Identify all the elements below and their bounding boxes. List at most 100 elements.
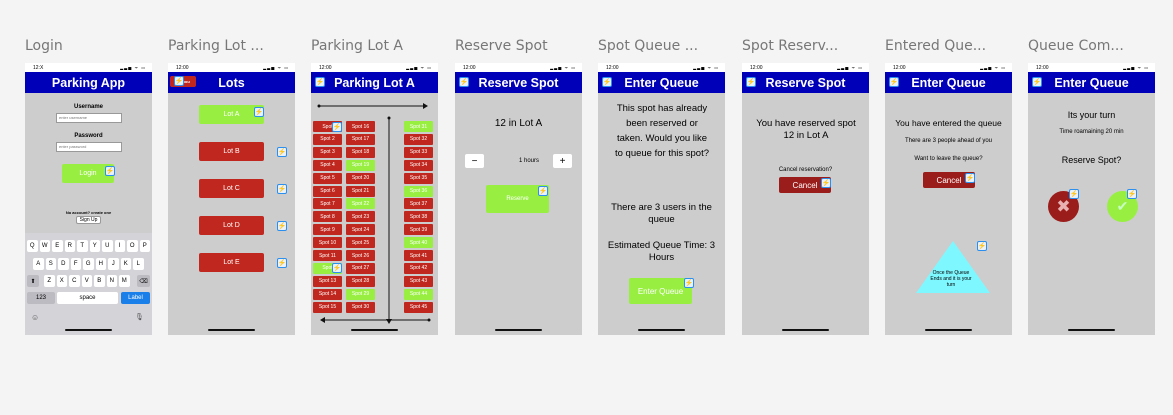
parking-spot[interactable]: Spot 39 bbox=[404, 224, 433, 236]
parking-spot[interactable]: Spot 33 bbox=[404, 146, 433, 158]
parking-spot[interactable]: Spot 32 bbox=[404, 133, 433, 145]
parking-spot[interactable]: Spot 30 bbox=[346, 301, 375, 313]
parking-spot[interactable]: Spot 38 bbox=[404, 211, 433, 223]
key-w[interactable]: W bbox=[39, 240, 50, 252]
numbers-key[interactable]: 123 bbox=[27, 292, 55, 304]
username-field[interactable]: enter username bbox=[56, 113, 122, 123]
parking-spot[interactable]: Spot 31 bbox=[404, 121, 433, 132]
parking-spot[interactable]: Spot 37 bbox=[404, 198, 433, 210]
parking-spot[interactable]: Spot 41 bbox=[404, 250, 433, 261]
parking-spot[interactable]: Spot 6 bbox=[313, 185, 342, 197]
key-j[interactable]: J bbox=[108, 258, 119, 270]
key-x[interactable]: X bbox=[56, 275, 67, 287]
parking-spot[interactable]: Spot 34 bbox=[404, 159, 433, 171]
parking-spot[interactable]: Spot 42 bbox=[404, 262, 433, 274]
lot-button[interactable]: Lot E bbox=[199, 253, 264, 272]
parking-spot[interactable]: Spot 7 bbox=[313, 198, 342, 210]
parking-spot[interactable]: Spot 36 bbox=[404, 185, 433, 197]
signout-button[interactable]: Signou⚡ bbox=[170, 76, 196, 87]
parking-spot[interactable]: Spot 44 bbox=[404, 288, 433, 300]
key-e[interactable]: E bbox=[52, 240, 63, 252]
lot-button[interactable]: Lot C bbox=[199, 179, 264, 198]
key-y[interactable]: Y bbox=[89, 240, 100, 252]
parking-spot[interactable]: Spot 35 bbox=[404, 172, 433, 184]
emoji-icon[interactable]: ☺ bbox=[31, 313, 39, 322]
parking-spot[interactable]: Spot 20 bbox=[346, 172, 375, 184]
key-i[interactable]: I bbox=[114, 240, 125, 252]
parking-spot[interactable]: Spot 11 bbox=[313, 250, 342, 261]
key-a[interactable]: A bbox=[33, 258, 44, 270]
parking-spot[interactable]: Spot 9 bbox=[313, 224, 342, 236]
parking-spot[interactable]: Spot 13 bbox=[313, 275, 342, 287]
reserve-button[interactable]: Reserve ⚡ bbox=[486, 185, 549, 213]
lightning-icon: ⚡ bbox=[977, 241, 987, 251]
microphone-icon[interactable]: 🎙 bbox=[135, 313, 144, 321]
key-m[interactable]: M bbox=[119, 275, 130, 287]
increase-hours-button[interactable]: + bbox=[553, 154, 572, 168]
lightning-icon[interactable]: ⚡ bbox=[746, 77, 756, 87]
lot-button[interactable]: Lot D bbox=[199, 216, 264, 235]
parking-spot[interactable]: Spot 43 bbox=[404, 275, 433, 287]
key-t[interactable]: T bbox=[77, 240, 88, 252]
lot-button[interactable]: Lot B bbox=[199, 142, 264, 161]
parking-spot[interactable]: Spot 26 bbox=[346, 250, 375, 261]
key-l[interactable]: L bbox=[133, 258, 144, 270]
key-s[interactable]: S bbox=[45, 258, 56, 270]
lightning-icon[interactable]: ⚡ bbox=[1032, 77, 1042, 87]
lightning-icon[interactable]: ⚡ bbox=[315, 77, 325, 87]
return-key[interactable]: Label bbox=[121, 292, 150, 304]
parking-spot[interactable]: Spot 29 bbox=[346, 288, 375, 300]
parking-spot[interactable]: Spot 24 bbox=[346, 224, 375, 236]
password-field[interactable]: enter password bbox=[56, 142, 122, 152]
signal-icon: ▂▃▅ ᯤ ▭ bbox=[693, 64, 719, 70]
backspace-key[interactable]: ⌫ bbox=[137, 275, 150, 287]
parking-spot[interactable]: Spot 15 bbox=[313, 301, 342, 313]
decrease-hours-button[interactable]: − bbox=[465, 154, 484, 168]
key-o[interactable]: O bbox=[127, 240, 138, 252]
lightning-icon[interactable]: ⚡ bbox=[889, 77, 899, 87]
parking-spot[interactable]: Spot 14 bbox=[313, 288, 342, 300]
signup-button[interactable]: Sign Up bbox=[76, 216, 101, 224]
lightning-icon[interactable]: ⚡ bbox=[459, 77, 469, 87]
key-q[interactable]: Q bbox=[27, 240, 38, 252]
reserved-message: This spot has already been reserved or t… bbox=[614, 103, 709, 159]
key-r[interactable]: R bbox=[64, 240, 75, 252]
shift-key[interactable]: ⬆ bbox=[27, 275, 39, 287]
parking-spot[interactable]: Spot 10 bbox=[313, 237, 342, 249]
key-d[interactable]: D bbox=[58, 258, 69, 270]
parking-spot[interactable]: Spot 3 bbox=[313, 146, 342, 158]
parking-spot[interactable]: Spot 27 bbox=[346, 262, 375, 274]
parking-spot[interactable]: Spot 28 bbox=[346, 275, 375, 287]
login-button[interactable]: Login ⚡ bbox=[62, 164, 115, 183]
key-n[interactable]: N bbox=[106, 275, 117, 287]
parking-spot[interactable]: Spot 18 bbox=[346, 146, 375, 158]
key-p[interactable]: P bbox=[139, 240, 150, 252]
parking-spot[interactable]: Spot 19 bbox=[346, 159, 375, 171]
key-k[interactable]: K bbox=[120, 258, 131, 270]
lightning-icon[interactable]: ⚡ bbox=[602, 77, 612, 87]
key-u[interactable]: U bbox=[102, 240, 113, 252]
parking-spot[interactable]: Spot 4 bbox=[313, 159, 342, 171]
key-v[interactable]: V bbox=[81, 275, 92, 287]
parking-spot[interactable]: Spot 17 bbox=[346, 133, 375, 145]
parking-spot[interactable]: Spot 23 bbox=[346, 211, 375, 223]
parking-spot[interactable]: Spot 45 bbox=[404, 301, 433, 313]
parking-spot[interactable]: Spot 40 bbox=[404, 237, 433, 249]
cancel-button[interactable]: Cancel ⚡ bbox=[779, 177, 831, 193]
key-b[interactable]: B bbox=[94, 275, 105, 287]
space-key[interactable]: space bbox=[57, 292, 118, 304]
key-g[interactable]: G bbox=[83, 258, 94, 270]
parking-spot[interactable]: Spot 16 bbox=[346, 121, 375, 132]
key-h[interactable]: H bbox=[95, 258, 106, 270]
key-f[interactable]: F bbox=[70, 258, 81, 270]
parking-spot[interactable]: Spot 25 bbox=[346, 237, 375, 249]
key-c[interactable]: C bbox=[69, 275, 80, 287]
enter-queue-button[interactable]: Enter Queue ⚡ bbox=[629, 278, 694, 304]
cancel-button[interactable]: Cancel ⚡ bbox=[923, 172, 975, 188]
parking-spot[interactable]: Spot 5 bbox=[313, 172, 342, 184]
parking-spot[interactable]: Spot 2 bbox=[313, 133, 342, 145]
parking-spot[interactable]: Spot 22 bbox=[346, 198, 375, 210]
parking-spot[interactable]: Spot 8 bbox=[313, 211, 342, 223]
key-z[interactable]: Z bbox=[44, 275, 55, 287]
parking-spot[interactable]: Spot 21 bbox=[346, 185, 375, 197]
